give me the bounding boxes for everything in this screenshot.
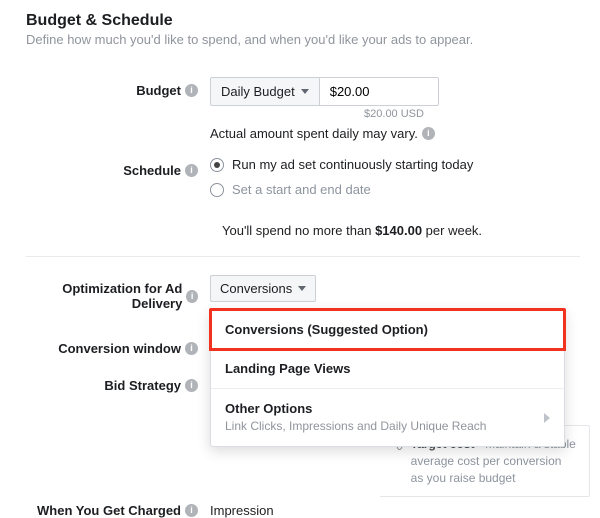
optimization-select[interactable]: Conversions — [210, 275, 316, 302]
budget-row: Budget i Daily Budget $20.00 USD Actual … — [26, 77, 580, 141]
chevron-down-icon — [301, 89, 309, 94]
schedule-option-label: Set a start and end date — [232, 182, 371, 197]
info-icon[interactable]: i — [185, 379, 198, 392]
info-icon[interactable]: i — [422, 127, 435, 140]
when-charged-label: When You Get Charged — [37, 503, 181, 518]
info-icon[interactable]: i — [185, 164, 198, 177]
info-icon[interactable]: i — [186, 290, 198, 303]
budget-vary-note: Actual amount spent daily may vary. — [210, 126, 418, 141]
budget-amount-input[interactable] — [319, 77, 439, 106]
info-icon[interactable]: i — [185, 504, 198, 517]
dropdown-option-conversions[interactable]: Conversions (Suggested Option) — [209, 308, 566, 351]
schedule-option-range[interactable]: Set a start and end date — [210, 182, 580, 197]
info-icon[interactable]: i — [185, 342, 198, 355]
optimization-dropdown: Conversions (Suggested Option) Landing P… — [210, 309, 565, 447]
when-charged-row: When You Get Charged i Impression — [26, 497, 580, 518]
dropdown-option-other[interactable]: Other Options Link Clicks, Impressions a… — [211, 389, 564, 446]
schedule-option-label: Run my ad set continuously starting toda… — [232, 157, 473, 172]
dropdown-option-title: Other Options — [225, 401, 486, 416]
dropdown-option-landing-page-views[interactable]: Landing Page Views — [211, 349, 564, 389]
optimization-selected: Conversions — [220, 281, 292, 296]
dropdown-option-subtitle: Link Clicks, Impressions and Daily Uniqu… — [225, 418, 486, 434]
chevron-right-icon — [544, 413, 550, 423]
budget-type-select[interactable]: Daily Budget — [210, 77, 319, 106]
chevron-down-icon — [298, 286, 306, 291]
conversion-window-label: Conversion window — [58, 341, 181, 356]
section-subtitle: Define how much you'd like to spend, and… — [26, 32, 580, 47]
dropdown-option-title: Conversions (Suggested Option) — [225, 322, 550, 337]
when-charged-value: Impression — [210, 503, 274, 518]
divider — [26, 256, 580, 257]
schedule-label: Schedule — [123, 163, 181, 178]
optimization-label: Optimization for Ad Delivery — [26, 281, 182, 311]
section-title: Budget & Schedule — [26, 12, 580, 30]
spend-summary: You'll spend no more than $140.00 per we… — [222, 223, 580, 238]
radio-icon — [210, 183, 224, 197]
budget-usd-note: $20.00 USD — [334, 108, 454, 120]
budget-label: Budget — [136, 83, 181, 98]
info-icon[interactable]: i — [185, 84, 198, 97]
budget-type-label: Daily Budget — [221, 84, 295, 99]
radio-icon — [210, 158, 224, 172]
dropdown-option-title: Landing Page Views — [225, 361, 550, 376]
optimization-row: Optimization for Ad Delivery i Conversio… — [26, 275, 580, 311]
schedule-row: Schedule i Run my ad set continuously st… — [26, 157, 580, 207]
bid-strategy-label: Bid Strategy — [104, 378, 181, 393]
schedule-option-continuous[interactable]: Run my ad set continuously starting toda… — [210, 157, 580, 172]
